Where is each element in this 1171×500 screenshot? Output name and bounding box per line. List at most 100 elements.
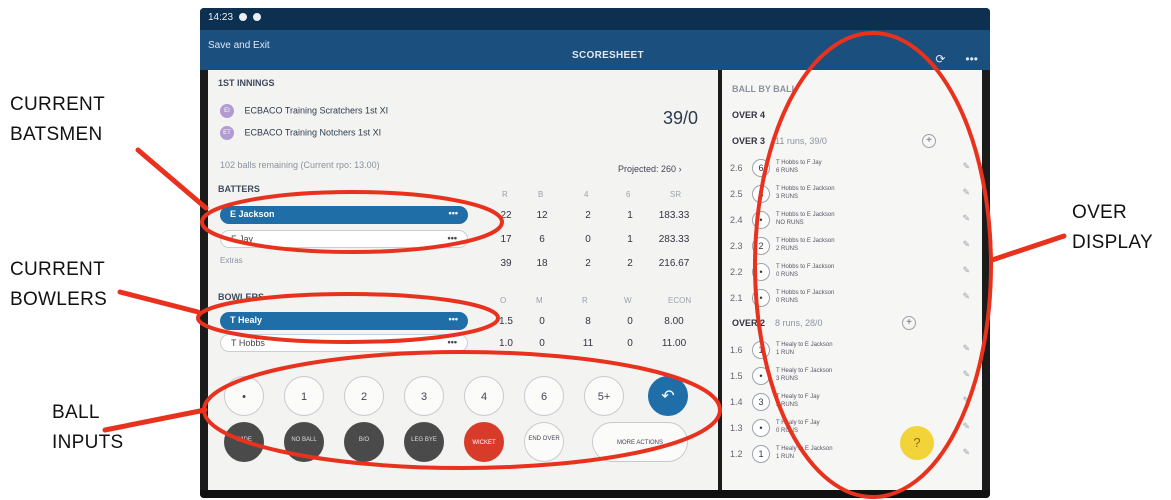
ball-row[interactable]: 2.5 3 T Hobbs to E Jackson 3 RUNS ✎ (730, 184, 970, 206)
ball-description: T Healy to E Jackson 1 RUN (776, 445, 833, 461)
column-header: R (502, 190, 508, 199)
batter-row-active[interactable]: E Jackson ••• (220, 206, 468, 224)
ball-runs: 1 RUN (776, 454, 795, 460)
run-button[interactable]: 2 (344, 376, 384, 416)
ball-row[interactable]: 1.2 1 T Healy to E Jackson 1 RUN ✎ (730, 444, 970, 466)
ball-matchup: T Healy to E Jackson (776, 446, 833, 452)
edit-icon[interactable]: ✎ (962, 395, 970, 406)
ball-number: 2.2 (730, 267, 743, 277)
run-button[interactable]: 3 (404, 376, 444, 416)
more-icon[interactable]: ••• (449, 314, 458, 324)
edit-icon[interactable]: ✎ (962, 343, 970, 354)
ball-result: 6 (752, 159, 770, 177)
ball-row[interactable]: 1.3 • T Healy to F Jay 0 RUNS ✎ (730, 418, 970, 440)
edit-icon[interactable]: ✎ (962, 447, 970, 458)
ball-matchup: T Healy to F Jay (776, 420, 820, 426)
ball-number: 2.4 (730, 215, 743, 225)
edit-icon[interactable]: ✎ (962, 265, 970, 276)
batter-name: E Jackson (230, 209, 275, 219)
ball-runs: 2 RUNS (776, 246, 799, 252)
over-display-panel: BALL BY BALL OVER 4 OVER 3 11 runs, 39/0 +… (722, 70, 982, 490)
leg-bye-button[interactable]: LEG BYE (404, 422, 444, 462)
ball-description: T Healy to F Jackson 3 RUNS (776, 367, 832, 383)
add-ball-icon[interactable]: + (922, 134, 936, 148)
ball-runs: 6 RUNS (776, 168, 799, 174)
ball-matchup: T Hobbs to E Jackson (776, 212, 835, 218)
innings-label: 1ST INNINGS (218, 78, 275, 88)
projected-score[interactable]: Projected: 260 › (618, 164, 682, 174)
bowler-name: T Hobbs (231, 338, 265, 348)
annotation-current-bowlers: CURRENT BOWLERS (10, 255, 107, 315)
innings-score: 39/0 (663, 108, 699, 128)
stat-cell: 22 (500, 210, 512, 221)
undo-button[interactable]: ↶ (648, 376, 688, 416)
ball-description: T Hobbs to E Jackson 3 RUNS (776, 185, 835, 201)
help-button[interactable]: ? (900, 426, 934, 460)
bowlers-pointer-line (117, 289, 201, 315)
bowler-row-active[interactable]: T Healy ••• (220, 312, 468, 330)
edit-icon[interactable]: ✎ (962, 291, 970, 302)
ball-number: 1.5 (730, 371, 743, 381)
edit-icon[interactable]: ✎ (962, 161, 970, 172)
edit-icon[interactable]: ✎ (962, 239, 970, 250)
annotation-line: DISPLAY (1072, 232, 1153, 253)
bye-button[interactable]: B/O (344, 422, 384, 462)
run-button[interactable]: 1 (284, 376, 324, 416)
ball-runs: 3 RUNS (776, 376, 799, 382)
ball-description: T Healy to F Jay 0 RUNS (776, 419, 820, 435)
refresh-icon[interactable]: ⟳ (935, 52, 945, 66)
run-button[interactable]: 5+ (584, 376, 624, 416)
ball-row[interactable]: 1.5 • T Healy to F Jackson 3 RUNS ✎ (730, 366, 970, 388)
team-name: ECBACO Training Scratchers 1st XI (244, 105, 389, 116)
stat-cell: 2 (585, 210, 591, 221)
edit-icon[interactable]: ✎ (962, 369, 970, 380)
end-over-button[interactable]: END OVER (524, 422, 564, 462)
ball-row[interactable]: 2.1 • T Hobbs to F Jackson 0 RUNS ✎ (730, 288, 970, 310)
more-icon[interactable]: ••• (448, 233, 457, 243)
run-button[interactable]: 4 (464, 376, 504, 416)
edit-icon[interactable]: ✎ (962, 213, 970, 224)
wide-button[interactable]: WIDE (224, 422, 264, 462)
stat-cell: 0 (539, 316, 545, 327)
stat-cell: 39 (500, 258, 512, 269)
bowler-name: T Healy (230, 315, 263, 325)
add-ball-icon[interactable]: + (902, 316, 916, 330)
overflow-menu-icon[interactable]: ••• (965, 52, 978, 66)
batter-row[interactable]: F Jay ••• (220, 230, 468, 248)
run-button[interactable]: 6 (524, 376, 564, 416)
status-bar: 14:23 (200, 8, 990, 30)
ball-by-ball-header: BALL BY BALL (732, 84, 798, 94)
ball-row[interactable]: 1.4 3 T Healy to F Jay 3 RUNS ✎ (730, 392, 970, 414)
ball-number: 2.6 (730, 163, 743, 173)
ball-row[interactable]: 2.2 • T Hobbs to F Jackson 0 RUNS ✎ (730, 262, 970, 284)
more-icon[interactable]: ••• (449, 208, 458, 218)
more-actions-button[interactable]: MORE ACTIONS (592, 422, 688, 462)
system-nav-bar (200, 490, 990, 498)
column-header: B (538, 190, 544, 199)
edit-icon[interactable]: ✎ (962, 421, 970, 432)
ball-matchup: T Hobbs to F Jackson (776, 264, 835, 270)
extras-label: Extras (220, 256, 243, 265)
save-and-exit-button[interactable]: Save and Exit (208, 40, 270, 51)
edit-icon[interactable]: ✎ (962, 187, 970, 198)
more-icon[interactable]: ••• (448, 337, 457, 347)
ball-row[interactable]: 2.4 • T Hobbs to E Jackson NO RUNS ✎ (730, 210, 970, 232)
column-header: 4 (584, 190, 589, 199)
ball-result: 3 (752, 393, 770, 411)
ball-row[interactable]: 2.6 6 T Hobbs to F Jay 6 RUNS ✎ (730, 158, 970, 180)
current-over-label: OVER 4 (732, 110, 766, 120)
run-button[interactable]: • (224, 376, 264, 416)
scoring-panel: 1ST INNINGS EI ECBACO Training Scratcher… (208, 70, 718, 490)
ball-number: 2.3 (730, 241, 743, 251)
wicket-button[interactable]: WICKET (464, 422, 504, 462)
no-ball-button[interactable]: NO BALL (284, 422, 324, 462)
bowler-row[interactable]: T Hobbs ••• (220, 334, 468, 352)
stat-cell: 0 (627, 316, 633, 327)
ball-description: T Hobbs to E Jackson NO RUNS (776, 211, 835, 227)
stat-cell: 1.5 (499, 316, 513, 327)
ball-row[interactable]: 1.6 1 T Healy to E Jackson 1 RUN ✎ (730, 340, 970, 362)
status-time: 14:23 (208, 12, 234, 23)
ball-row[interactable]: 2.3 2 T Hobbs to E Jackson 2 RUNS ✎ (730, 236, 970, 258)
projected-label: Projected: 260 (618, 164, 677, 174)
ball-result: 1 (752, 341, 770, 359)
